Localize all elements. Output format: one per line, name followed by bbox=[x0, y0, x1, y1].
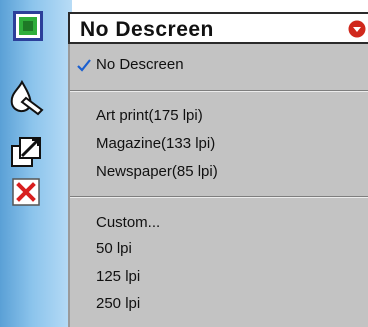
checkmark-icon bbox=[77, 59, 91, 72]
dropdown-arrow-icon[interactable] bbox=[348, 20, 366, 38]
menu-separator bbox=[70, 196, 368, 198]
menu-item-no-descreen[interactable]: No Descreen bbox=[96, 56, 184, 73]
menu-item-50-lpi[interactable]: 50 lpi bbox=[96, 240, 132, 257]
menu-item-125-lpi[interactable]: 125 lpi bbox=[96, 268, 140, 285]
menu-item-250-lpi[interactable]: 250 lpi bbox=[96, 295, 140, 312]
descreen-selected-value: No Descreen bbox=[80, 18, 214, 41]
paint-tool-button[interactable] bbox=[8, 80, 44, 116]
green-square-view-icon bbox=[13, 11, 43, 41]
menu-item-custom[interactable]: Custom... bbox=[96, 214, 160, 231]
descreen-dropdown-menu: No Descreen Art print(175 lpi) Magazine(… bbox=[68, 44, 368, 327]
close-tool-button[interactable] bbox=[12, 178, 40, 206]
view-tool-button[interactable] bbox=[12, 10, 44, 42]
descreen-combo[interactable]: No Descreen bbox=[68, 12, 368, 44]
paint-drop-icon bbox=[10, 80, 44, 116]
red-x-close-icon bbox=[12, 178, 40, 206]
menu-item-magazine[interactable]: Magazine(133 lpi) bbox=[96, 135, 215, 152]
menu-item-art-print[interactable]: Art print(175 lpi) bbox=[96, 107, 203, 124]
menu-separator bbox=[70, 90, 368, 92]
crop-tool-button[interactable] bbox=[8, 134, 44, 170]
tool-strip bbox=[0, 0, 72, 327]
menu-item-newspaper[interactable]: Newspaper(85 lpi) bbox=[96, 163, 218, 180]
crop-tool-icon bbox=[11, 137, 41, 167]
